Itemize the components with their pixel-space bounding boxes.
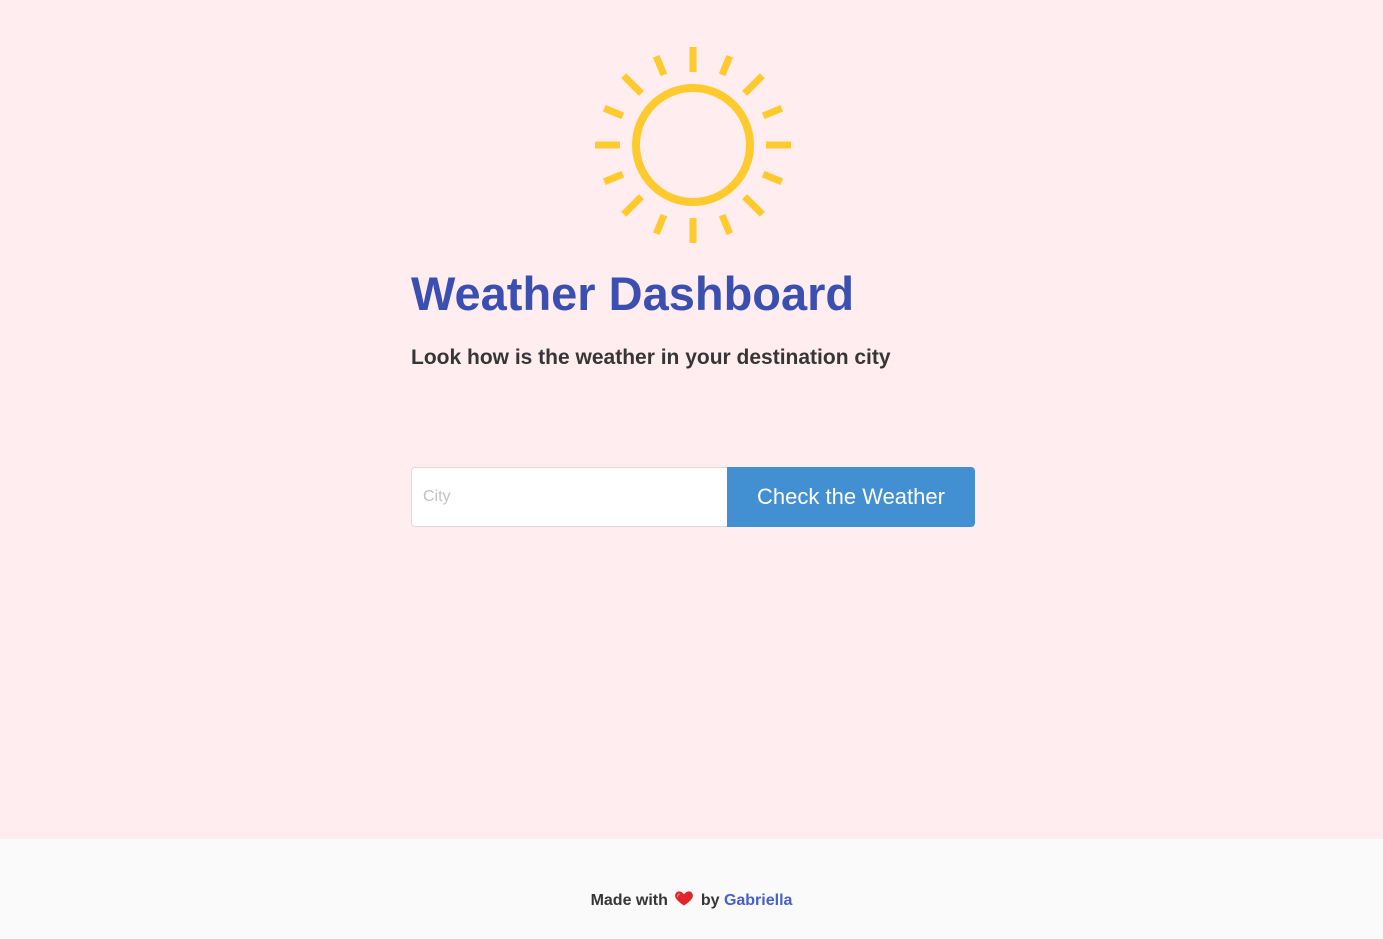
sun-ray [761, 170, 784, 185]
footer-by: by [700, 892, 720, 909]
city-input[interactable] [411, 467, 727, 527]
sun-ray [718, 213, 733, 236]
sun-ray [653, 213, 668, 236]
sun-ray [621, 194, 644, 217]
main-section: Weather Dashboard Look how is the weathe… [0, 0, 1383, 839]
author-link[interactable]: Gabriella [724, 892, 792, 909]
page-subtitle: Look how is the weather in your destinat… [411, 346, 891, 369]
check-weather-button[interactable]: Check the Weather [727, 467, 975, 527]
sun-ray [621, 73, 644, 96]
sun-ray [602, 105, 625, 120]
footer-credit: Made with by Gabriella [0, 888, 1383, 912]
footer-made-with: Made with [590, 892, 668, 909]
search-form: Check the Weather [411, 467, 975, 527]
sun-ray [761, 105, 784, 120]
sun-ray [602, 170, 625, 185]
sun-ray [742, 73, 765, 96]
sun-ray [653, 54, 668, 77]
sun-icon [595, 47, 791, 243]
page-title: Weather Dashboard [411, 267, 855, 320]
sun-ray [718, 54, 733, 77]
sun-ray [742, 194, 765, 217]
heart-icon [675, 891, 694, 906]
